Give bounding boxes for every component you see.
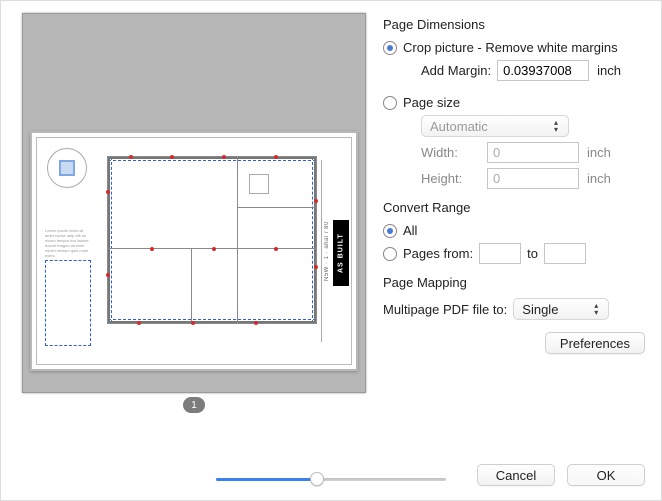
page-size-option-row[interactable]: Page size	[383, 95, 645, 110]
convert-range-title: Convert Range	[383, 200, 645, 215]
pages-from-input[interactable]	[479, 243, 521, 264]
sheet-label: N5W · 1 · ahal / 80	[322, 190, 332, 312]
height-label: Height:	[421, 171, 481, 186]
add-margin-unit: inch	[597, 63, 621, 78]
height-unit: inch	[587, 171, 611, 186]
cancel-button[interactable]: Cancel	[477, 464, 555, 486]
preview-frame: Lorem ipsum dolor sit amet conse adip el…	[22, 13, 366, 393]
crop-label: Crop picture - Remove white margins	[403, 40, 618, 55]
pages-to-label: to	[527, 246, 538, 261]
preview-page: Lorem ipsum dolor sit amet conse adip el…	[30, 131, 358, 371]
slider-thumb[interactable]	[310, 472, 324, 486]
page-dimensions-title: Page Dimensions	[383, 17, 645, 32]
range-all-row[interactable]: All	[383, 223, 645, 238]
height-input[interactable]	[487, 168, 579, 189]
legend-text: Lorem ipsum dolor sit amet conse adip el…	[45, 228, 93, 258]
updown-arrows-icon	[589, 301, 603, 317]
page-size-radio[interactable]	[383, 96, 397, 110]
multipage-select-value: Single	[522, 302, 558, 317]
north-arrow-block	[59, 160, 75, 176]
pages-to-input[interactable]	[544, 243, 586, 264]
settings-pane: Page Dimensions Crop picture - Remove wh…	[379, 1, 661, 500]
width-label: Width:	[421, 145, 481, 160]
crop-radio[interactable]	[383, 41, 397, 55]
slider-fill	[216, 478, 316, 481]
legend-box	[45, 260, 91, 346]
dialog-buttons: Cancel OK	[477, 464, 645, 486]
floorplan	[107, 156, 317, 324]
page-number-badge: 1	[183, 397, 205, 413]
preferences-button[interactable]: Preferences	[545, 332, 645, 354]
dialog-root: Lorem ipsum dolor sit amet conse adip el…	[1, 1, 661, 500]
as-built-stamp: AS BUILT	[333, 220, 349, 286]
updown-arrows-icon	[549, 118, 563, 134]
crop-option-row[interactable]: Crop picture - Remove white margins	[383, 40, 645, 55]
range-pages-row[interactable]: Pages from: to	[383, 243, 645, 264]
width-input[interactable]	[487, 142, 579, 163]
multipage-select[interactable]: Single	[513, 298, 609, 320]
range-all-label: All	[403, 223, 417, 238]
range-pages-label: Pages from:	[403, 246, 473, 261]
range-all-radio[interactable]	[383, 224, 397, 238]
title-block: N5W · 1 · ahal / 80 AS BUILT	[321, 160, 349, 342]
page-size-label: Page size	[403, 95, 460, 110]
preview-page-inner: Lorem ipsum dolor sit amet conse adip el…	[36, 137, 352, 365]
add-margin-label: Add Margin:	[421, 63, 491, 78]
zoom-slider[interactable]	[216, 470, 446, 488]
multipage-label: Multipage PDF file to:	[383, 302, 507, 317]
preview-pane: Lorem ipsum dolor sit amet conse adip el…	[1, 1, 379, 500]
page-mapping-title: Page Mapping	[383, 275, 645, 290]
range-pages-radio[interactable]	[383, 247, 397, 261]
add-margin-input[interactable]	[497, 60, 589, 81]
page-size-select[interactable]: Automatic	[421, 115, 569, 137]
page-size-select-value: Automatic	[430, 119, 488, 134]
ok-button[interactable]: OK	[567, 464, 645, 486]
width-unit: inch	[587, 145, 611, 160]
